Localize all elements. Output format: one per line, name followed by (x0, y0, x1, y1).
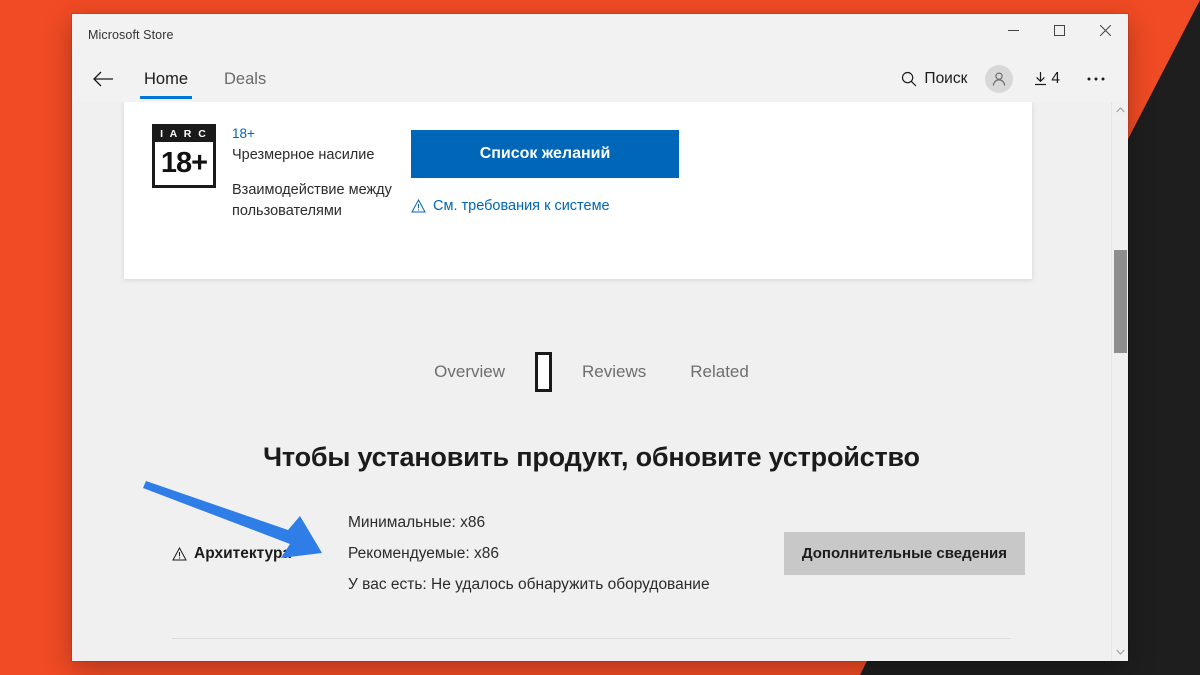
rating-descriptor: Чрезмерное насилие (232, 147, 375, 163)
content-divider (172, 638, 1011, 639)
chevron-down-icon (1115, 649, 1125, 655)
iarc-rating-badge-icon: I A R C 18+ (152, 124, 216, 188)
nav-tab-deals[interactable]: Deals (220, 61, 270, 97)
pivot-tab-reviews-label: Reviews (582, 362, 647, 381)
scrollbar-track[interactable] (1112, 115, 1128, 648)
chevron-up-icon (1115, 107, 1125, 113)
avatar[interactable] (985, 65, 1014, 93)
download-icon (1035, 72, 1047, 86)
downloads-button[interactable]: 4 (1027, 66, 1066, 92)
close-button[interactable] (1082, 14, 1128, 46)
pivot-tabs: Overview Reviews Related (72, 352, 1111, 392)
requirement-recommended: Рекомендуемые: x86 (348, 545, 499, 562)
microsoft-store-window: Microsoft Store Home Deals Поиск 4 I A R… (72, 14, 1128, 661)
vertical-scrollbar[interactable] (1111, 102, 1128, 661)
requirement-current: У вас есть: Не удалось обнаружить оборуд… (348, 576, 710, 593)
command-bar: Home Deals Поиск 4 (72, 56, 1128, 102)
scrollbar-thumb[interactable] (1114, 250, 1127, 353)
downloads-count: 4 (1051, 70, 1060, 87)
requirement-label: Архитектура (172, 545, 322, 563)
system-requirements-link-label: См. требования к системе (433, 198, 610, 214)
search-label: Поиск (924, 70, 968, 87)
more-options-button[interactable] (1078, 72, 1114, 86)
page-content: I A R C 18+ 18+ Чрезмерное насилие Взаим… (72, 102, 1111, 661)
window-body: I A R C 18+ 18+ Чрезмерное насилие Взаим… (72, 102, 1128, 661)
back-arrow-icon (92, 71, 113, 87)
requirements-row: Архитектура Минимальные: x86 Рекомендуем… (172, 507, 1063, 600)
rating-age-label: 18+ (232, 126, 255, 141)
nav-tab-deals-label: Deals (224, 69, 267, 88)
scrollbar-up-button[interactable] (1115, 106, 1125, 115)
page-title: Чтобы установить продукт, обновите устро… (263, 442, 920, 472)
pivot-tab-related[interactable]: Related (668, 352, 771, 392)
iarc-badge-top-label: I A R C (155, 127, 213, 142)
pivot-tab-related-label: Related (690, 362, 749, 381)
close-icon (1099, 24, 1111, 36)
nav-tab-home[interactable]: Home (140, 61, 193, 99)
maximize-button[interactable] (1036, 14, 1082, 46)
pivot-tab-reviews[interactable]: Reviews (560, 352, 668, 392)
minimize-icon (1007, 29, 1019, 31)
nav-tab-home-label: Home (144, 69, 189, 88)
card-actions: Список желаний См. требования к системе (411, 124, 679, 279)
minimize-button[interactable] (990, 14, 1036, 46)
window-caption-buttons (990, 14, 1128, 46)
window-title: Microsoft Store (88, 28, 174, 42)
requirement-minimum: Минимальные: x86 (348, 514, 486, 531)
wishlist-button[interactable]: Список желаний (411, 130, 679, 178)
rating-interaction: Взаимодействие между пользователями (232, 182, 392, 219)
more-info-button[interactable]: Дополнительные сведения (783, 532, 1025, 575)
pivot-tab-overview[interactable]: Overview (412, 352, 527, 392)
scrollbar-down-button[interactable] (1115, 648, 1125, 657)
window-titlebar: Microsoft Store (72, 14, 1128, 56)
age-rating-card: I A R C 18+ 18+ Чрезмерное насилие Взаим… (124, 102, 1032, 279)
warning-triangle-icon (172, 546, 187, 560)
pivot-tab-missing-glyph-icon[interactable] (535, 352, 552, 392)
rating-details: 18+ Чрезмерное насилие Взаимодействие ме… (232, 124, 397, 279)
back-button[interactable] (86, 62, 120, 96)
system-requirements-link[interactable]: См. требования к системе (411, 198, 679, 214)
requirement-values: Минимальные: x86 Рекомендуемые: x86 У ва… (322, 507, 784, 600)
search-icon (902, 71, 917, 87)
warning-triangle-icon (411, 199, 426, 213)
pivot-tab-overview-label: Overview (434, 362, 505, 381)
user-avatar-icon (993, 72, 1006, 86)
search-button[interactable]: Поиск (893, 64, 975, 94)
iarc-badge-age-label: 18+ (160, 147, 208, 179)
more-ellipsis-icon (1087, 77, 1105, 81)
requirement-label-text: Архитектура (194, 544, 292, 562)
maximize-icon (1053, 24, 1065, 36)
